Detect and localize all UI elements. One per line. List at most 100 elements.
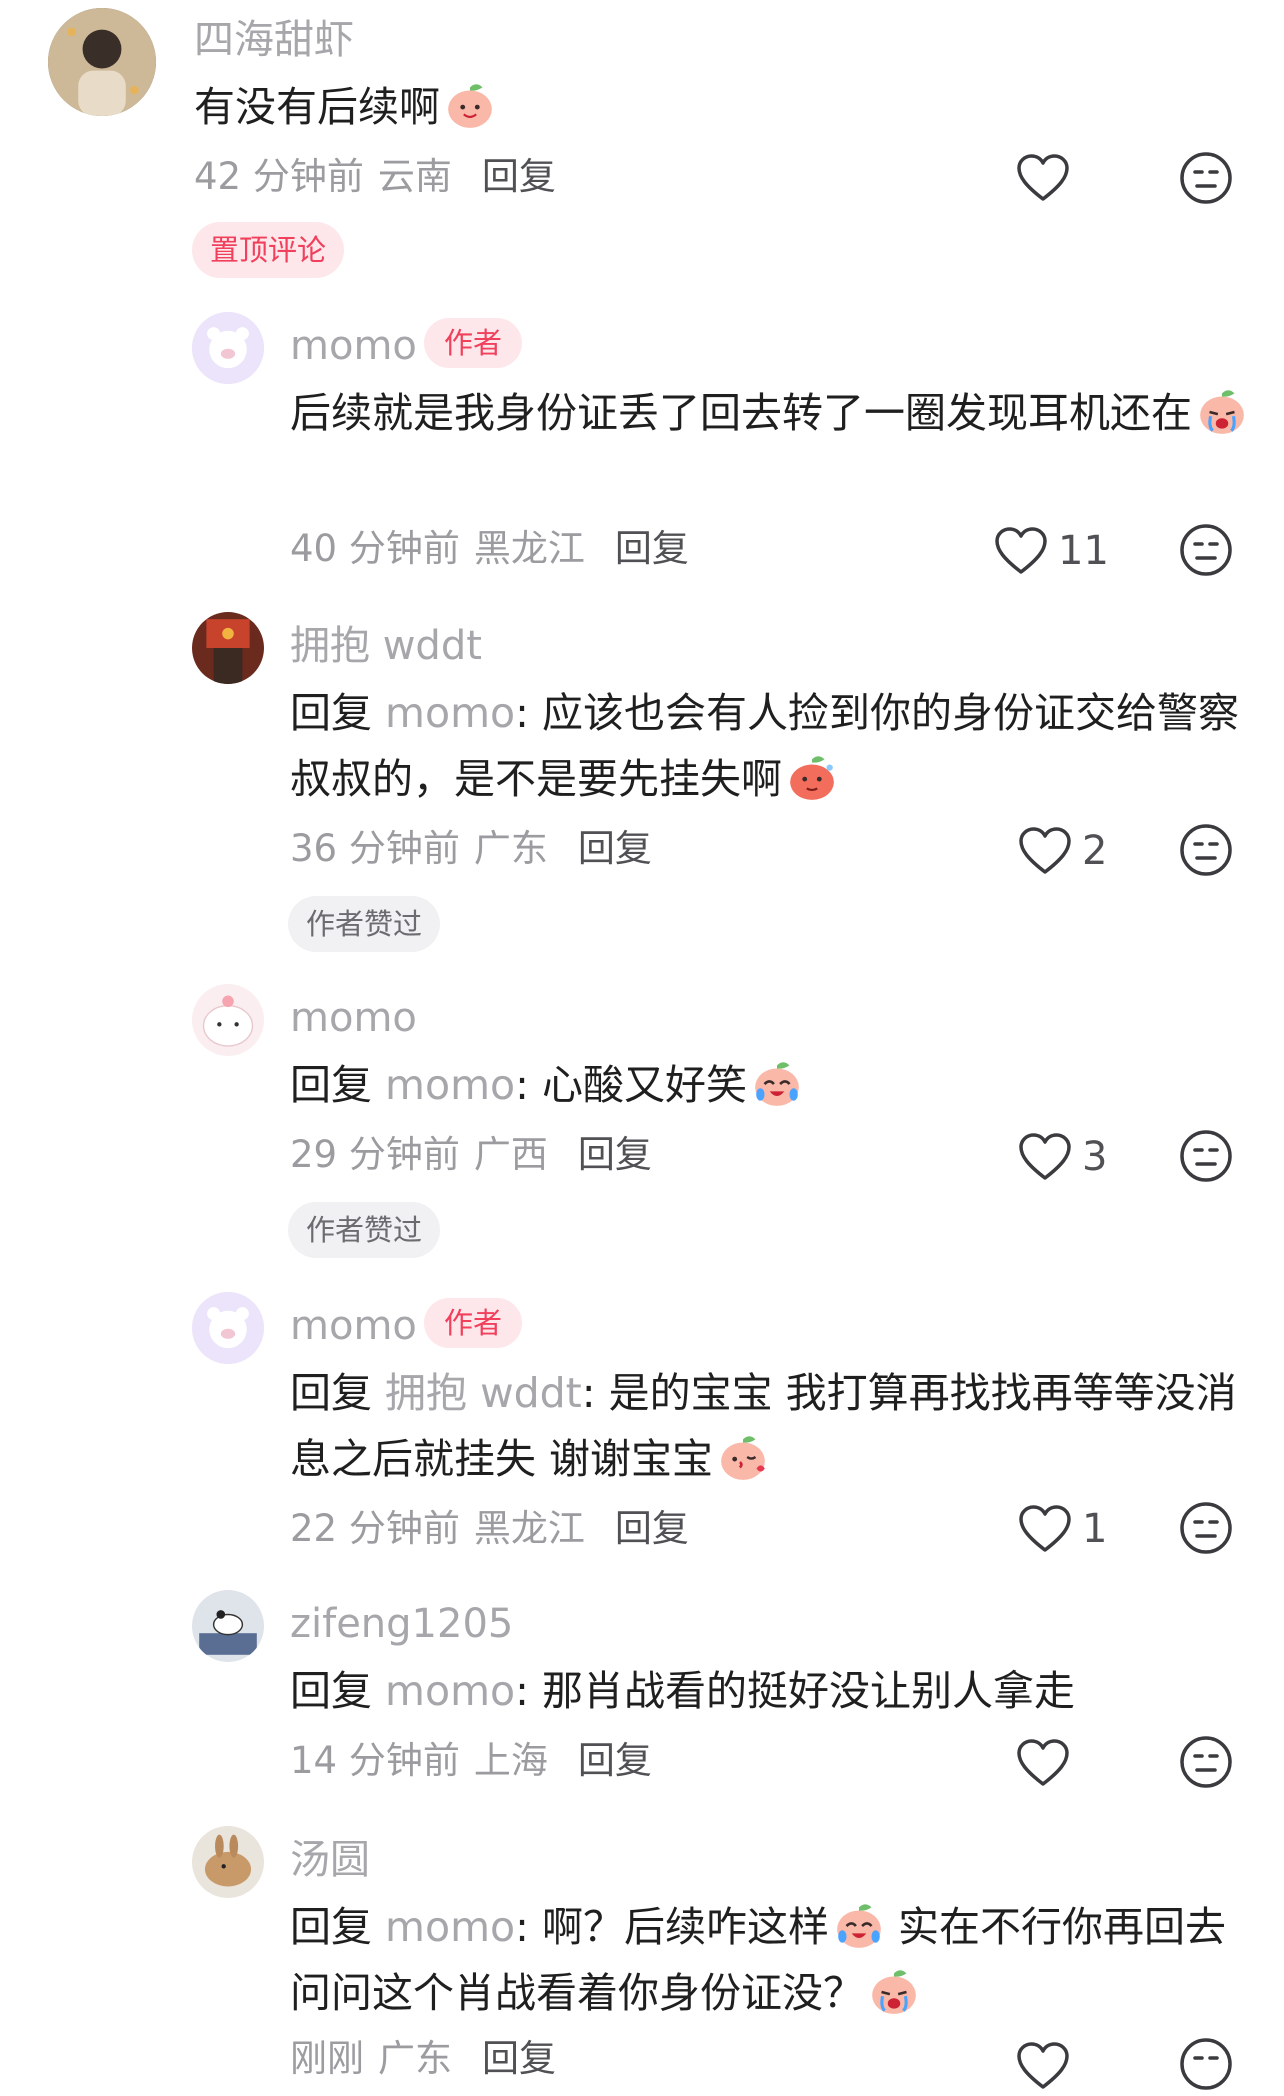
user-avatar[interactable] (192, 612, 264, 684)
comment-meta: 36 分钟前 广东 回复 (290, 830, 652, 867)
comment-body: 心酸又好笑 (541, 1061, 747, 1109)
comment-location: 广东 (378, 2037, 452, 2080)
author-liked-tag: 作者赞过 (288, 1202, 441, 1258)
laugh-cry-emoji-icon (833, 1899, 885, 1951)
dislike-face-icon[interactable] (1178, 1128, 1234, 1184)
heart-icon (1017, 2042, 1069, 2089)
heart-icon (995, 527, 1047, 574)
dislike-face-icon[interactable] (1178, 1734, 1234, 1790)
heart-icon (1017, 1739, 1069, 1786)
comment-text: 后续就是我身份证丢了回去转了一圈发现耳机还在 (290, 380, 1250, 446)
user-name[interactable]: zifeng1205 (290, 1604, 513, 1644)
author-badge: 作者 (424, 1298, 523, 1348)
user-avatar[interactable] (192, 312, 264, 384)
like-button[interactable]: 11 (994, 521, 1109, 581)
reply-to-user[interactable]: momo (385, 1061, 515, 1109)
kiss-emoji-icon (717, 1431, 769, 1483)
dislike-face-icon[interactable] (1178, 2036, 1234, 2092)
user-name[interactable]: 拥抱 wddt (290, 626, 482, 666)
dislike-face-icon[interactable] (1178, 522, 1234, 578)
comment-time: 40 分钟前 (290, 527, 460, 570)
reply-colon: : (515, 689, 529, 737)
comment-time: 42 分钟前 (194, 155, 364, 198)
user-name[interactable]: momo (290, 998, 417, 1038)
dislike-face-icon[interactable] (1178, 150, 1234, 206)
heart-icon (1019, 1505, 1071, 1552)
reply-button[interactable]: 回复 (578, 1133, 652, 1176)
reply-button[interactable]: 回复 (615, 1507, 689, 1550)
reply-button[interactable]: 回复 (482, 2037, 556, 2080)
user-avatar[interactable] (192, 1590, 264, 1662)
reply-button[interactable]: 回复 (615, 527, 689, 570)
like-count: 11 (1058, 528, 1109, 574)
comment-meta: 22 分钟前 黑龙江 回复 (290, 1510, 689, 1547)
laugh-cry-emoji-icon (751, 1057, 803, 1109)
author-liked-tag: 作者赞过 (288, 896, 441, 952)
user-name[interactable]: 汤圆 (290, 1840, 370, 1880)
comment-location: 黑龙江 (473, 1507, 585, 1550)
reply-button[interactable]: 回复 (578, 827, 652, 870)
like-button[interactable] (1016, 148, 1080, 208)
reply-button[interactable]: 回复 (482, 155, 556, 198)
reply-colon: : (515, 1903, 529, 1951)
user-avatar[interactable] (192, 1292, 264, 1364)
smile-emoji-icon (444, 79, 496, 131)
comment-text: 有没有后续啊 (194, 74, 1154, 140)
comment-body: 有没有后续啊 (194, 83, 440, 131)
comment-time: 36 分钟前 (290, 827, 460, 870)
comment-text: 回复 momo: 那肖战看的挺好没让别人拿走 (290, 1658, 1250, 1724)
reply-prefix: 回复 (290, 689, 372, 737)
reply-button[interactable]: 回复 (578, 1739, 652, 1782)
reply-colon: : (515, 1061, 529, 1109)
like-button[interactable] (1016, 1733, 1080, 1793)
comment-meta: 刚刚 广东 回复 (290, 2040, 556, 2077)
cry-emoji-icon (868, 1965, 920, 2017)
comment-meta: 42 分钟前 云南 回复 (194, 158, 556, 195)
user-name[interactable]: momo (290, 1306, 417, 1346)
reply-to-user[interactable]: momo (385, 1903, 515, 1951)
comment-meta: 29 分钟前 广西 回复 (290, 1136, 652, 1173)
pinned-tag: 置顶评论 (192, 222, 345, 278)
comment-body: 后续就是我身份证丢了回去转了一圈发现耳机还在 (290, 389, 1192, 437)
comment-time: 14 分钟前 (290, 1739, 460, 1782)
heart-icon (1017, 154, 1069, 201)
comment-text: 回复 拥抱 wddt: 是的宝宝 我打算再找找再等等没消息之后就挂失 谢谢宝宝 (290, 1360, 1250, 1492)
reply-to-user[interactable]: momo (385, 1667, 515, 1715)
comment-time: 刚刚 (290, 2037, 364, 2080)
reply-to-user[interactable]: momo (385, 689, 515, 737)
user-avatar[interactable] (192, 1826, 264, 1898)
like-button[interactable]: 1 (1018, 1499, 1107, 1559)
heart-icon (1019, 827, 1071, 874)
reply-to-user[interactable]: 拥抱 wddt (385, 1369, 582, 1417)
user-name[interactable]: momo (290, 326, 417, 366)
like-button[interactable]: 2 (1018, 821, 1107, 881)
comment-meta: 14 分钟前 上海 回复 (290, 1742, 652, 1779)
hot-emoji-icon (786, 751, 838, 803)
comment-time: 22 分钟前 (290, 1507, 460, 1550)
like-count: 2 (1082, 828, 1108, 874)
comment-location: 广西 (473, 1133, 548, 1176)
comment-meta: 40 分钟前 黑龙江 回复 (290, 530, 689, 567)
reply-colon: : (581, 1369, 596, 1417)
reply-prefix: 回复 (290, 1903, 372, 1951)
comment-body: 那肖战看的挺好没让别人拿走 (541, 1667, 1075, 1715)
reply-prefix: 回复 (290, 1061, 372, 1109)
user-avatar[interactable] (48, 8, 156, 116)
comment-location: 广东 (473, 827, 548, 870)
cry-emoji-icon (1196, 385, 1248, 437)
author-badge: 作者 (424, 318, 523, 368)
like-count: 1 (1082, 1506, 1108, 1552)
dislike-face-icon[interactable] (1178, 822, 1234, 878)
reply-prefix: 回复 (290, 1369, 372, 1417)
dislike-face-icon[interactable] (1178, 1500, 1234, 1556)
user-name[interactable]: 四海甜虾 (194, 20, 354, 60)
comment-time: 29 分钟前 (290, 1133, 460, 1176)
comment-location: 黑龙江 (473, 527, 585, 570)
comment-location: 云南 (377, 155, 452, 198)
user-avatar[interactable] (192, 984, 264, 1056)
heart-icon (1019, 1133, 1071, 1180)
like-button[interactable]: 3 (1018, 1127, 1107, 1187)
like-button[interactable] (1016, 2036, 1080, 2096)
reply-prefix: 回复 (290, 1667, 372, 1715)
comment-text: 回复 momo: 啊？后续咋这样 实在不行你再回去问问这个肖战看着你身份证没？ (290, 1894, 1250, 2026)
